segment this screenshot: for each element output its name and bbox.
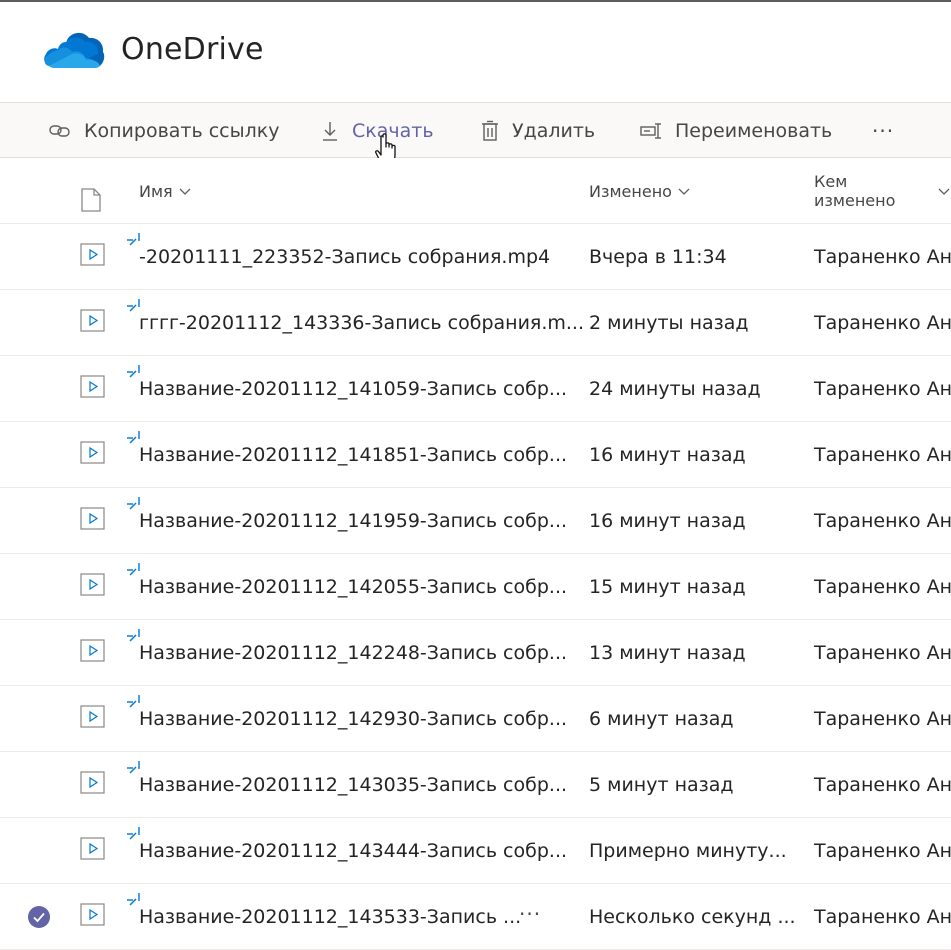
more-commands-button[interactable]: ··· bbox=[872, 103, 894, 159]
file-name[interactable]: Название-20201112_141851-Запись собр... bbox=[139, 422, 567, 488]
modified-date: 24 минуты назад bbox=[589, 378, 761, 400]
table-row[interactable]: Название-20201112_143035-Запись собр... 5… bbox=[0, 752, 951, 818]
video-file-icon bbox=[80, 837, 105, 860]
file-type-icon[interactable] bbox=[80, 188, 102, 212]
video-file-icon bbox=[80, 507, 105, 530]
rename-icon bbox=[639, 121, 663, 141]
chevron-down-icon bbox=[937, 186, 951, 196]
modified-by: Тараненко Анд bbox=[814, 378, 951, 400]
chevron-down-icon bbox=[677, 186, 691, 196]
table-row[interactable]: Название-20201112_141851-Запись собр... 1… bbox=[0, 422, 951, 488]
selected-check-icon[interactable] bbox=[27, 905, 51, 929]
video-file-icon bbox=[80, 243, 105, 266]
modified-by: Тараненко Анд bbox=[814, 510, 951, 532]
modified-date: 16 минут назад bbox=[589, 510, 746, 532]
command-bar: Копировать ссылку Скачать Удалить Переим… bbox=[0, 102, 951, 158]
file-name[interactable]: гггг-20201112_143336-Запись собрания.m..… bbox=[139, 290, 584, 356]
video-file-icon bbox=[80, 441, 105, 464]
table-row[interactable]: Название-20201112_142055-Запись собр... 1… bbox=[0, 554, 951, 620]
video-file-icon bbox=[80, 639, 105, 662]
chevron-down-icon bbox=[178, 186, 192, 196]
file-name[interactable]: Название-20201112_143035-Запись собр... bbox=[139, 752, 567, 818]
video-file-icon bbox=[80, 705, 105, 728]
file-name[interactable]: Название-20201112_143444-Запись собр... bbox=[139, 818, 567, 884]
column-header-name[interactable]: Имя bbox=[139, 158, 192, 224]
video-file-icon bbox=[80, 375, 105, 398]
video-file-icon bbox=[80, 903, 105, 926]
rename-label: Переименовать bbox=[675, 120, 833, 142]
row-more-button[interactable]: ··· bbox=[519, 884, 541, 950]
file-name[interactable]: -20201111_223352-Запись собрания.mp4 bbox=[139, 224, 550, 290]
link-icon bbox=[48, 121, 72, 141]
file-name[interactable]: Название-20201112_142248-Запись собр... bbox=[139, 620, 567, 686]
file-name[interactable]: Название-20201112_141059-Запись собр... bbox=[139, 356, 567, 422]
modified-by: Тараненко Анд bbox=[814, 708, 951, 730]
app-title: OneDrive bbox=[121, 32, 264, 67]
column-header-modified-by-label: Кем изменено bbox=[814, 172, 896, 210]
copy-link-button[interactable]: Копировать ссылку bbox=[48, 103, 279, 159]
trash-icon bbox=[480, 120, 500, 142]
modified-date: 6 минут назад bbox=[589, 708, 734, 730]
modified-date: Несколько секунд ... bbox=[589, 906, 796, 928]
modified-by: Тараненко Анд bbox=[814, 642, 951, 664]
table-row[interactable]: Название-20201112_143533-Запись ... ··· Не… bbox=[0, 884, 951, 950]
video-file-icon bbox=[80, 771, 105, 794]
modified-by: Тараненко Анд bbox=[814, 774, 951, 796]
table-row[interactable]: гггг-20201112_143336-Запись собрания.m..… bbox=[0, 290, 951, 356]
file-list: Имя Изменено Кем изменено -20201111_2233… bbox=[0, 158, 951, 950]
modified-by: Тараненко Анд bbox=[814, 840, 951, 862]
table-row[interactable]: Название-20201112_142930-Запись собр... 6… bbox=[0, 686, 951, 752]
app-header: OneDrive bbox=[0, 2, 951, 102]
rename-button[interactable]: Переименовать bbox=[639, 103, 832, 159]
file-name[interactable]: Название-20201112_143533-Запись ... bbox=[139, 884, 521, 950]
table-row[interactable]: -20201111_223352-Запись собрания.mp4 Вчер… bbox=[0, 224, 951, 290]
file-name[interactable]: Название-20201112_141959-Запись собр... bbox=[139, 488, 567, 554]
more-commands-label: ··· bbox=[872, 119, 895, 143]
column-header-row: Имя Изменено Кем изменено bbox=[0, 158, 951, 224]
modified-date: Примерно минуту... bbox=[589, 840, 787, 862]
file-name[interactable]: Название-20201112_142930-Запись собр... bbox=[139, 686, 567, 752]
copy-link-label: Копировать ссылку bbox=[84, 120, 280, 142]
column-header-modified[interactable]: Изменено bbox=[589, 158, 691, 224]
modified-date: Вчера в 11:34 bbox=[589, 246, 727, 268]
video-file-icon bbox=[80, 309, 105, 332]
modified-date: 5 минут назад bbox=[589, 774, 734, 796]
table-row[interactable]: Название-20201112_141959-Запись собр... 1… bbox=[0, 488, 951, 554]
delete-label: Удалить bbox=[512, 120, 596, 142]
delete-button[interactable]: Удалить bbox=[480, 103, 595, 159]
column-header-modified-by[interactable]: Кем изменено bbox=[814, 158, 951, 224]
modified-date: 16 минут назад bbox=[589, 444, 746, 466]
download-icon bbox=[320, 120, 340, 142]
column-header-name-label: Имя bbox=[139, 181, 173, 201]
table-row[interactable]: Название-20201112_142248-Запись собр... 1… bbox=[0, 620, 951, 686]
modified-by: Тараненко Анд bbox=[814, 444, 951, 466]
modified-date: 2 минуты назад bbox=[589, 312, 749, 334]
modified-by: Тараненко Анд bbox=[814, 906, 951, 928]
modified-by: Тараненко Анд bbox=[814, 312, 951, 334]
column-header-modified-label: Изменено bbox=[589, 181, 672, 201]
modified-date: 13 минут назад bbox=[589, 642, 746, 664]
file-name[interactable]: Название-20201112_142055-Запись собр... bbox=[139, 554, 567, 620]
table-row[interactable]: Название-20201112_141059-Запись собр... 2… bbox=[0, 356, 951, 422]
onedrive-cloud-icon bbox=[44, 32, 105, 68]
table-row[interactable]: Название-20201112_143444-Запись собр... П… bbox=[0, 818, 951, 884]
modified-by: Тараненко Анд bbox=[814, 246, 951, 268]
video-file-icon bbox=[80, 573, 105, 596]
modified-date: 15 минут назад bbox=[589, 576, 746, 598]
modified-by: Тараненко Анд bbox=[814, 576, 951, 598]
